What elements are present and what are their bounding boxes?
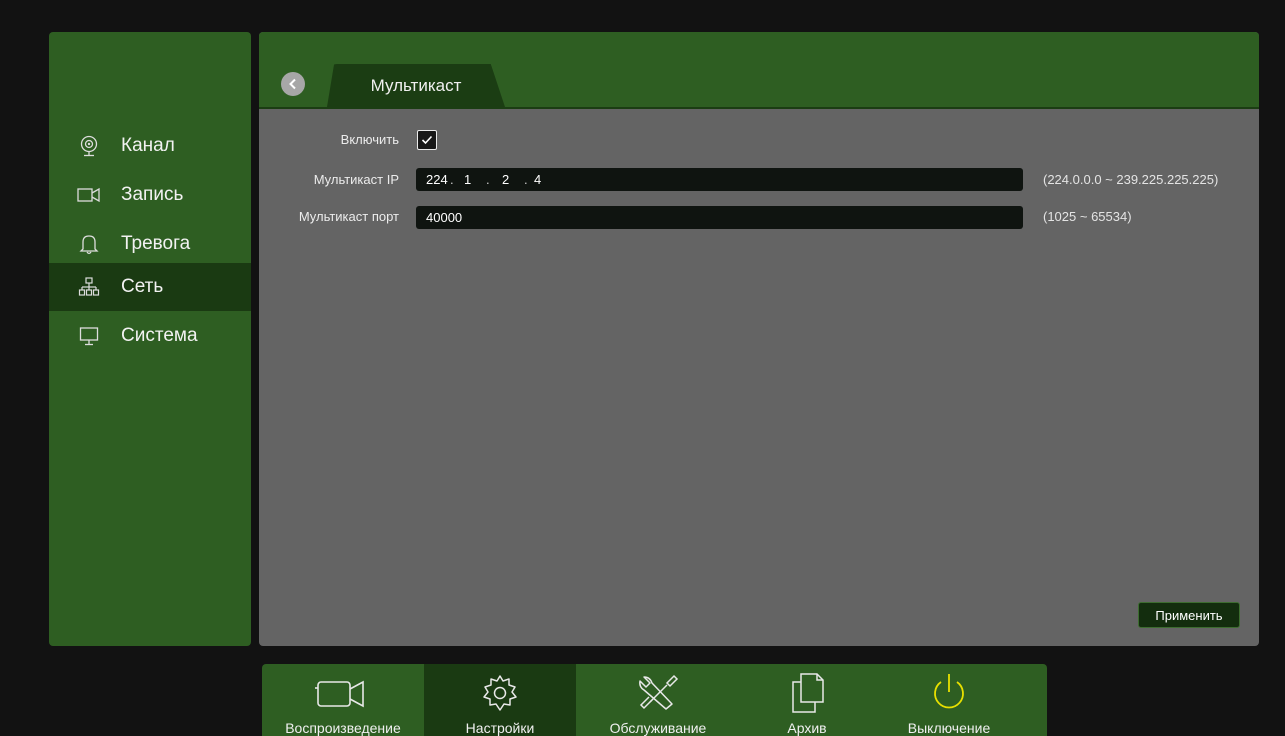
nav-label: Архив	[787, 720, 827, 736]
sidebar-item-alarm[interactable]: Тревога	[49, 220, 251, 268]
ip-octet-3[interactable]: 2	[502, 172, 524, 187]
camera-icon	[77, 134, 101, 158]
checkmark-icon	[421, 135, 433, 145]
sidebar-item-label: Запись	[121, 184, 184, 205]
sidebar-item-label: Канал	[121, 135, 175, 156]
bottom-nav: Воспроизведение Настройки Обслуживание А…	[262, 664, 1047, 736]
files-icon	[787, 673, 827, 713]
enable-checkbox[interactable]	[417, 130, 437, 150]
gear-icon	[480, 674, 520, 712]
ip-octet-2[interactable]: 1	[464, 172, 486, 187]
video-camera-icon	[315, 674, 371, 712]
ip-dot: .	[524, 172, 528, 187]
chevron-left-icon	[288, 78, 298, 90]
nav-playback[interactable]: Воспроизведение	[262, 664, 424, 736]
enable-label: Включить	[340, 132, 399, 147]
sidebar-item-label: Тревога	[121, 233, 191, 254]
monitor-icon	[77, 324, 101, 348]
multicast-ip-label: Мультикаст IP	[313, 172, 399, 187]
sidebar-item-record[interactable]: Запись	[49, 171, 251, 219]
power-icon	[929, 674, 969, 712]
nav-maintenance[interactable]: Обслуживание	[576, 664, 740, 736]
video-camera-icon	[77, 183, 101, 207]
nav-label: Обслуживание	[609, 720, 707, 736]
nav-power-off[interactable]: Выключение	[874, 664, 1024, 736]
ip-octet-4[interactable]: 4	[534, 172, 541, 187]
bell-icon	[77, 232, 101, 256]
sidebar: Канал Запись Тревога Сеть Система	[49, 32, 251, 646]
nav-label: Воспроизведение	[285, 720, 401, 736]
ip-dot: .	[486, 172, 490, 187]
ip-octet-1[interactable]: 224	[426, 172, 450, 187]
back-button[interactable]	[281, 72, 305, 96]
nav-label: Настройки	[465, 720, 535, 736]
apply-button[interactable]: Применить	[1138, 602, 1240, 628]
sidebar-item-channel[interactable]: Канал	[49, 122, 251, 170]
sidebar-item-label: Сеть	[121, 276, 164, 297]
multicast-ip-field[interactable]: 224 . 1 . 2 . 4	[416, 168, 1023, 191]
sidebar-item-network[interactable]: Сеть	[49, 263, 251, 311]
sidebar-item-label: Система	[121, 325, 198, 346]
panel-header: Мультикаст	[259, 32, 1259, 109]
multicast-port-label: Мультикаст порт	[298, 209, 399, 224]
ip-range-hint: (224.0.0.0 ~ 239.225.225.225)	[1043, 172, 1219, 187]
nav-settings[interactable]: Настройки	[424, 664, 576, 736]
port-range-hint: (1025 ~ 65534)	[1043, 209, 1132, 224]
network-icon	[77, 275, 101, 299]
ip-dot: .	[450, 172, 454, 187]
nav-archive[interactable]: Архив	[740, 664, 874, 736]
settings-panel: Мультикаст Включить Мультикаст IP 224 . …	[259, 32, 1259, 646]
tools-icon	[636, 674, 680, 712]
nav-label: Выключение	[907, 720, 991, 736]
tab-multicast[interactable]: Мультикаст	[327, 64, 505, 107]
multicast-port-field[interactable]: 40000	[416, 206, 1023, 229]
sidebar-item-system[interactable]: Система	[49, 312, 251, 360]
